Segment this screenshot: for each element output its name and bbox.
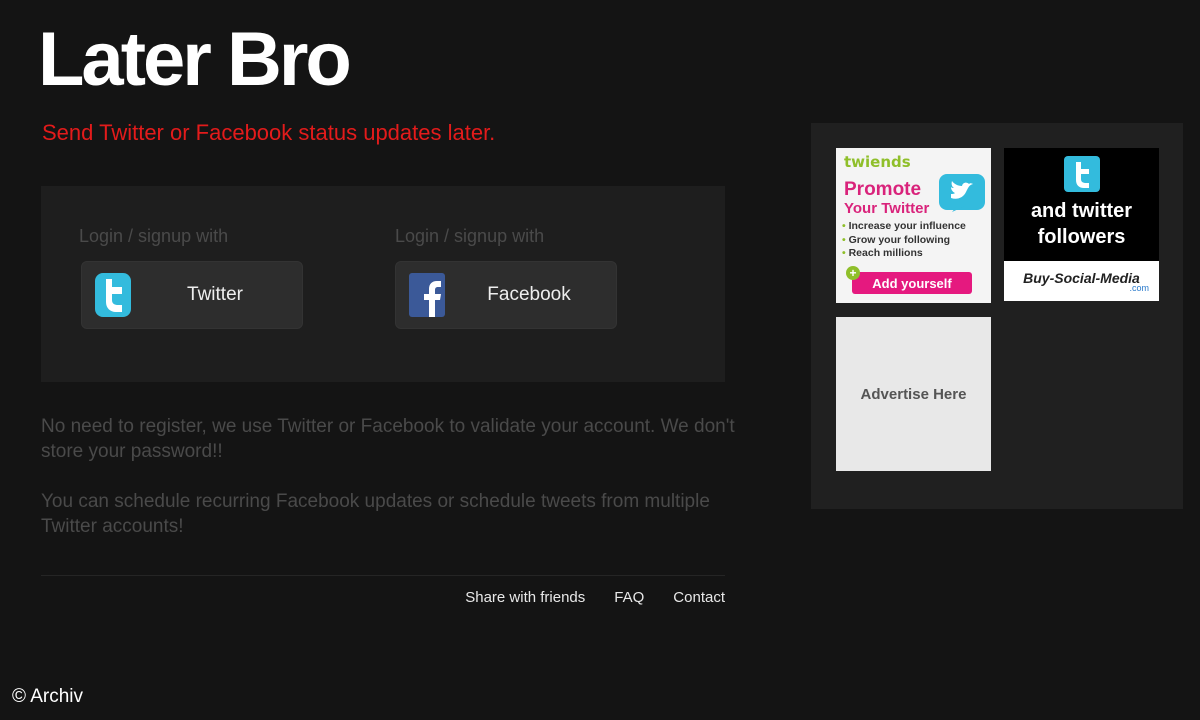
- footer-link-faq[interactable]: FAQ: [614, 589, 644, 606]
- login-panel: Login / signup with Twitter Login / sign…: [41, 186, 725, 382]
- facebook-login-group: Login / signup with Facebook: [395, 226, 617, 329]
- buy-social-brand: Buy-Social-Media: [1023, 269, 1140, 286]
- twiends-bullet: Increase your influence: [842, 220, 966, 234]
- site-logo[interactable]: Later Bro: [38, 22, 352, 98]
- twiends-brand: twiends: [844, 153, 911, 171]
- facebook-login-button[interactable]: Facebook: [395, 261, 617, 329]
- ad-advertise-here[interactable]: Advertise Here: [836, 317, 991, 471]
- info-schedule: You can schedule recurring Facebook upda…: [41, 491, 710, 537]
- twitter-t-icon: [1064, 156, 1100, 192]
- footer-link-share[interactable]: Share with friends: [465, 589, 585, 606]
- twiends-add-yourself-button[interactable]: Add yourself: [852, 272, 972, 294]
- tagline: Send Twitter or Facebook status updates …: [42, 120, 496, 145]
- twitter-login-text: Twitter: [187, 284, 243, 305]
- twiends-headline: Promote: [844, 179, 922, 200]
- facebook-f-icon: [409, 273, 445, 317]
- buy-social-headline: and twitter followers: [1004, 198, 1159, 250]
- advertise-here-text: Advertise Here: [860, 385, 967, 403]
- facebook-login-label: Login / signup with: [395, 226, 545, 246]
- plus-icon: +: [846, 266, 860, 280]
- copyright-watermark: © Archiv: [12, 686, 84, 707]
- twiends-bullet: Grow your following: [842, 234, 966, 248]
- buy-social-headline-line1: and twitter: [1030, 200, 1133, 222]
- twitter-login-group: Login / signup with Twitter: [79, 226, 303, 329]
- ads-panel: twiends Promote Your Twitter Increase yo…: [811, 123, 1183, 509]
- twiends-bullet: Reach millions: [842, 247, 966, 261]
- buy-social-headline-line2: followers: [1037, 226, 1126, 248]
- twitter-login-button[interactable]: Twitter: [81, 261, 303, 329]
- twitter-login-label: Login / signup with: [79, 226, 229, 246]
- twitter-bird-icon: [95, 273, 131, 317]
- twitter-bird-icon: [939, 174, 985, 212]
- footer-link-contact[interactable]: Contact: [673, 589, 725, 606]
- buy-social-tld: .com: [1129, 282, 1149, 293]
- info-no-register: No need to register, we use Twitter or F…: [41, 416, 735, 462]
- ad-twiends[interactable]: twiends Promote Your Twitter Increase yo…: [836, 148, 991, 303]
- footer-links: Share with friends FAQ Contact: [465, 589, 725, 606]
- twitter-t-glyph: [1076, 162, 1089, 188]
- twiends-subheadline: Your Twitter: [844, 200, 930, 217]
- facebook-login-text: Facebook: [487, 284, 571, 305]
- buy-social-brand-bar: Buy-Social-Media .com: [1004, 261, 1159, 301]
- ad-buy-social-media[interactable]: and twitter followers Buy-Social-Media .…: [1004, 148, 1159, 301]
- footer-divider: [41, 575, 725, 576]
- twiends-bullets: Increase your influence Grow your follow…: [842, 220, 966, 261]
